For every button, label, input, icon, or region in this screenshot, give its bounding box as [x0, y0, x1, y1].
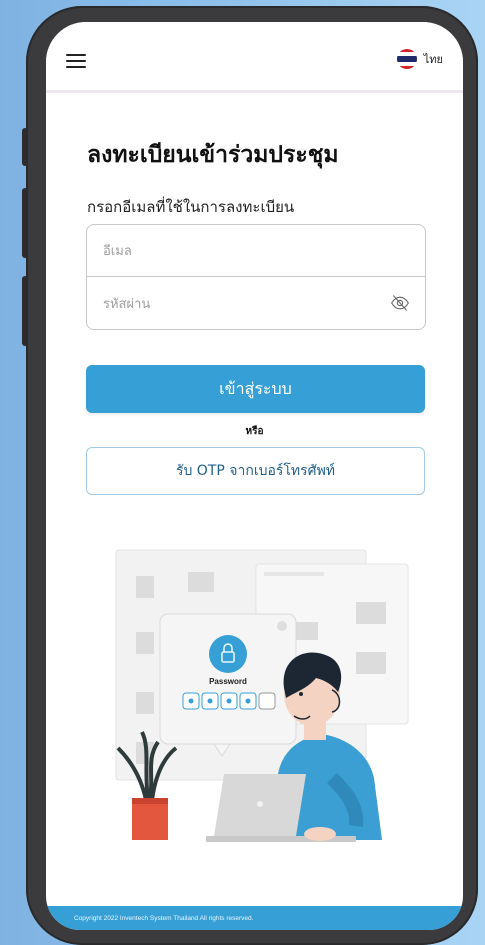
footer: Copyright 2022 Inventech System Thailand… [46, 906, 463, 930]
login-form: อีเมล รหัสผ่าน [86, 224, 426, 330]
page-title: ลงทะเบียนเข้าร่วมประชุม [87, 142, 339, 168]
thai-flag-icon [396, 49, 417, 69]
or-divider-label: หรือ [245, 426, 264, 437]
top-bar: ไทย [46, 22, 463, 93]
language-selector[interactable]: ไทย [396, 49, 443, 69]
password-card-label: Password [209, 677, 247, 686]
eye-slash-icon[interactable] [389, 293, 411, 313]
email-field[interactable]: อีเมล [87, 225, 425, 277]
copyright-text: Copyright 2022 Inventech System Thailand… [74, 914, 254, 922]
email-placeholder: อีเมล [103, 244, 132, 259]
phone-side-button [22, 276, 28, 346]
page-subtitle: กรอกอีเมลที่ใช้ในการลงทะเบียน [87, 198, 295, 216]
phone-side-button [22, 128, 28, 166]
password-field[interactable]: รหัสผ่าน [87, 277, 425, 329]
language-label: ไทย [423, 53, 443, 66]
phone-screen: ไทย ลงทะเบียนเข้าร่วมประชุม กรอกอีเมลที่… [46, 22, 463, 930]
login-illustration: Password [115, 549, 409, 842]
phone-side-button [22, 188, 28, 258]
otp-button[interactable]: รับ OTP จากเบอร์โทรศัพท์ [86, 447, 425, 495]
password-placeholder: รหัสผ่าน [103, 296, 151, 312]
hamburger-menu-icon[interactable] [66, 54, 86, 68]
login-button[interactable]: เข้าสู่ระบบ [86, 365, 425, 413]
